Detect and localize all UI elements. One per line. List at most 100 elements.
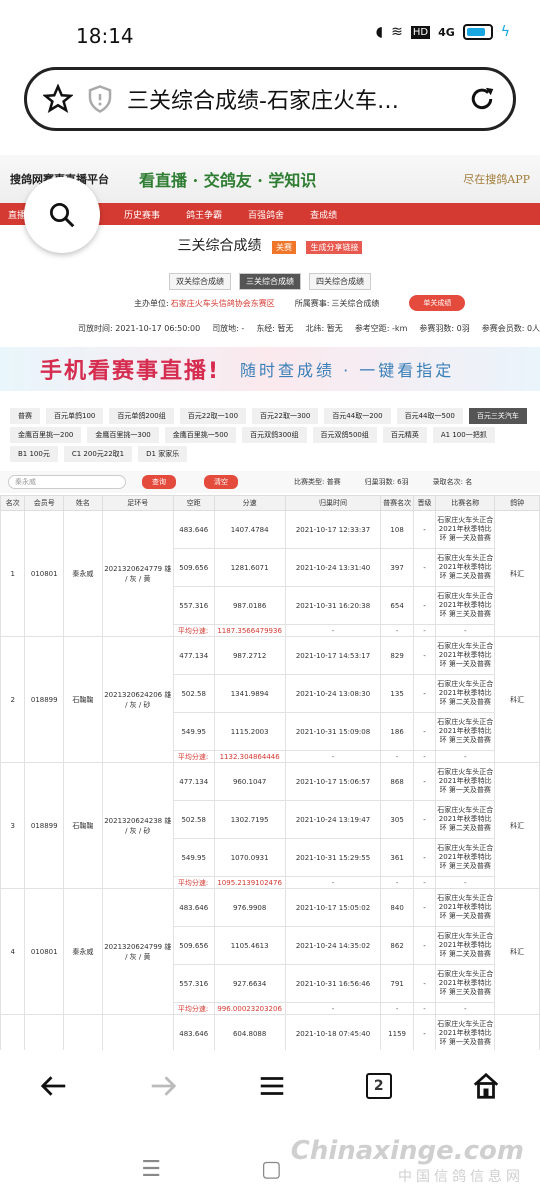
place-cell: 862 <box>380 926 414 965</box>
name-cell[interactable]: 秦永威 <box>63 510 103 637</box>
name-cell[interactable]: 石鞠鞠 <box>63 636 103 763</box>
home-icon[interactable] <box>471 1071 501 1101</box>
column-header[interactable]: 普赛名次 <box>380 495 414 511</box>
average-value: 1187.3566479936 <box>213 624 286 637</box>
distance-cell: 509.656 <box>172 548 215 587</box>
east-longitude: 东经: 暂无 <box>256 324 294 333</box>
average-blank: - <box>284 876 382 889</box>
category-item[interactable]: 百元单鸽200组 <box>109 408 174 424</box>
category-item[interactable]: B1 100元 <box>10 446 58 462</box>
release-time: 司放时间: 2021-10-17 06:50:00 <box>78 324 201 333</box>
tab-quad[interactable]: 四关综合成绩 <box>309 273 371 290</box>
category-item[interactable]: 百元22取一300 <box>252 408 319 424</box>
distance-cell: 483.646 <box>172 510 215 549</box>
category-item[interactable]: 百元双鸽300组 <box>242 427 307 443</box>
speed-cell: 987.0186 <box>213 586 286 625</box>
category-item[interactable]: 百元44取一200 <box>324 408 391 424</box>
organizer-value[interactable]: 石家庄火车头信鸽协会东赛区 <box>171 298 275 309</box>
back-icon[interactable] <box>39 1071 69 1101</box>
category-item[interactable]: 金鹰百里挑一500 <box>164 427 237 443</box>
column-header[interactable]: 比赛名称 <box>435 495 496 511</box>
promo-banner[interactable]: 手机看赛事直播! 随时查成绩 · 一键看指定 <box>0 347 540 391</box>
return-time-cell: 2021-10-24 13:08:30 <box>284 674 382 713</box>
category-item[interactable]: C1 200元22取1 <box>63 446 133 462</box>
category-item[interactable]: A1 100一把抓 <box>432 427 495 443</box>
wifi-icon: ≋ <box>391 24 403 40</box>
menu-icon[interactable] <box>257 1071 287 1101</box>
shield-icon[interactable] <box>85 84 115 114</box>
organizer-label: 主办单位: <box>134 298 169 308</box>
table-row: 483.646 604.8088 2021-10-18 07:45:40 1159- 石… <box>0 1014 540 1050</box>
category-item[interactable]: 百元44取一500 <box>396 408 463 424</box>
nav-item-results[interactable]: 查成绩 <box>310 208 337 221</box>
race-name-cell: 石家庄火车头正合 2021年秋季特比环 第一关及普赛 <box>435 636 496 675</box>
column-header[interactable]: 鸽钟 <box>494 495 540 511</box>
speed-cell: 987.2712 <box>213 636 286 675</box>
category-item[interactable]: D1 家家乐 <box>138 446 188 462</box>
place-cell: 654 <box>380 586 414 625</box>
name-cell[interactable]: 秦永威 <box>63 888 103 1015</box>
column-header[interactable]: 会员号 <box>24 495 65 511</box>
query-button[interactable]: 查询 <box>142 475 176 489</box>
ring-cell: 2021320624238 雄 / 灰 / 砂 <box>101 762 174 889</box>
nav-item-history[interactable]: 历史赛事 <box>124 208 160 221</box>
column-header[interactable]: 空距 <box>172 495 215 511</box>
column-header[interactable]: 足环号 <box>101 495 174 511</box>
reload-icon[interactable] <box>467 84 497 114</box>
tab-triple[interactable]: 三关综合成绩 <box>239 273 301 290</box>
rank-cell: 1 <box>0 510 26 637</box>
category-item[interactable]: 百元双鸽500组 <box>312 427 377 443</box>
home-button-icon[interactable]: ▢ <box>261 1157 282 1182</box>
category-item[interactable]: 金鹰百里挑一300 <box>87 427 159 443</box>
column-header[interactable]: 晋级 <box>412 495 437 511</box>
charging-icon: ϟ <box>500 24 510 40</box>
category-item[interactable]: 百元三关汽车 <box>468 408 527 424</box>
search-fab[interactable] <box>24 177 100 253</box>
search-input[interactable]: 秦永威 <box>8 475 126 489</box>
column-header[interactable]: 分速 <box>213 495 286 511</box>
average-blank: - <box>412 876 437 889</box>
share-link-button[interactable]: 生成分享链接 <box>306 241 363 254</box>
single-result-button[interactable]: 单关成绩 <box>409 295 466 311</box>
average-label: 平均分速: <box>172 750 215 763</box>
place-cell: 108 <box>380 510 414 549</box>
average-value: 1132.304864446 <box>213 750 286 763</box>
average-blank: - <box>380 624 414 637</box>
droplet-icon: ◖ <box>375 24 384 40</box>
distance-cell: 483.646 <box>172 888 215 927</box>
advance-cell: - <box>412 762 437 801</box>
place-cell: 186 <box>380 712 414 751</box>
column-header[interactable]: 名次 <box>0 495 26 511</box>
rank-cell: 2 <box>0 636 26 763</box>
race-name-cell: 石家庄火车头正合 2021年秋季特比环 第三关及普赛 <box>435 712 496 751</box>
return-time-cell: 2021-10-24 13:31:40 <box>284 548 382 587</box>
forward-icon[interactable] <box>148 1071 178 1101</box>
category-item[interactable]: 百元单鸽100 <box>46 408 104 424</box>
nav-item-king[interactable]: 鸽王争霸 <box>186 208 222 221</box>
average-blank: - <box>284 750 382 763</box>
column-header[interactable]: 归巢时间 <box>284 495 382 511</box>
advance-cell: - <box>412 1014 437 1050</box>
column-header[interactable]: 姓名 <box>63 495 103 511</box>
tab-double[interactable]: 双关综合成绩 <box>169 273 231 290</box>
average-blank: - <box>412 750 437 763</box>
address-bar[interactable]: 三关综合成绩-石家庄火车… <box>24 67 516 131</box>
clear-button[interactable]: 清空 <box>204 475 238 489</box>
return-time-cell: 2021-10-31 15:29:55 <box>284 838 382 877</box>
category-item[interactable]: 百元精英 <box>382 427 427 443</box>
speed-cell: 1115.2003 <box>213 712 286 751</box>
category-item[interactable]: 普赛 <box>10 408 40 424</box>
place-cell: 361 <box>380 838 414 877</box>
tab-count-button[interactable]: 2 <box>365 1073 392 1099</box>
star-icon[interactable] <box>43 84 73 114</box>
page-url-title[interactable]: 三关综合成绩-石家庄火车… <box>127 83 467 115</box>
place-cell: 829 <box>380 636 414 675</box>
results-table: 名次 会员号 姓名 足环号 空距 分速 归巢时间 普赛名次 晋级 比赛名称 鸽钟 1 010801 秦永… <box>0 495 540 1050</box>
race-name-cell: 石家庄火车头正合 2021年秋季特比环 第二关及普赛 <box>435 548 496 587</box>
name-cell[interactable]: 石鞠鞠 <box>63 762 103 889</box>
recents-icon[interactable]: ☰ <box>141 1157 161 1182</box>
category-item[interactable]: 百元22取一100 <box>179 408 247 424</box>
average-label: 平均分速: <box>172 624 215 637</box>
nav-item-top100[interactable]: 百强鸽舍 <box>248 208 284 221</box>
category-item[interactable]: 金鹰百里挑一200 <box>10 427 82 443</box>
